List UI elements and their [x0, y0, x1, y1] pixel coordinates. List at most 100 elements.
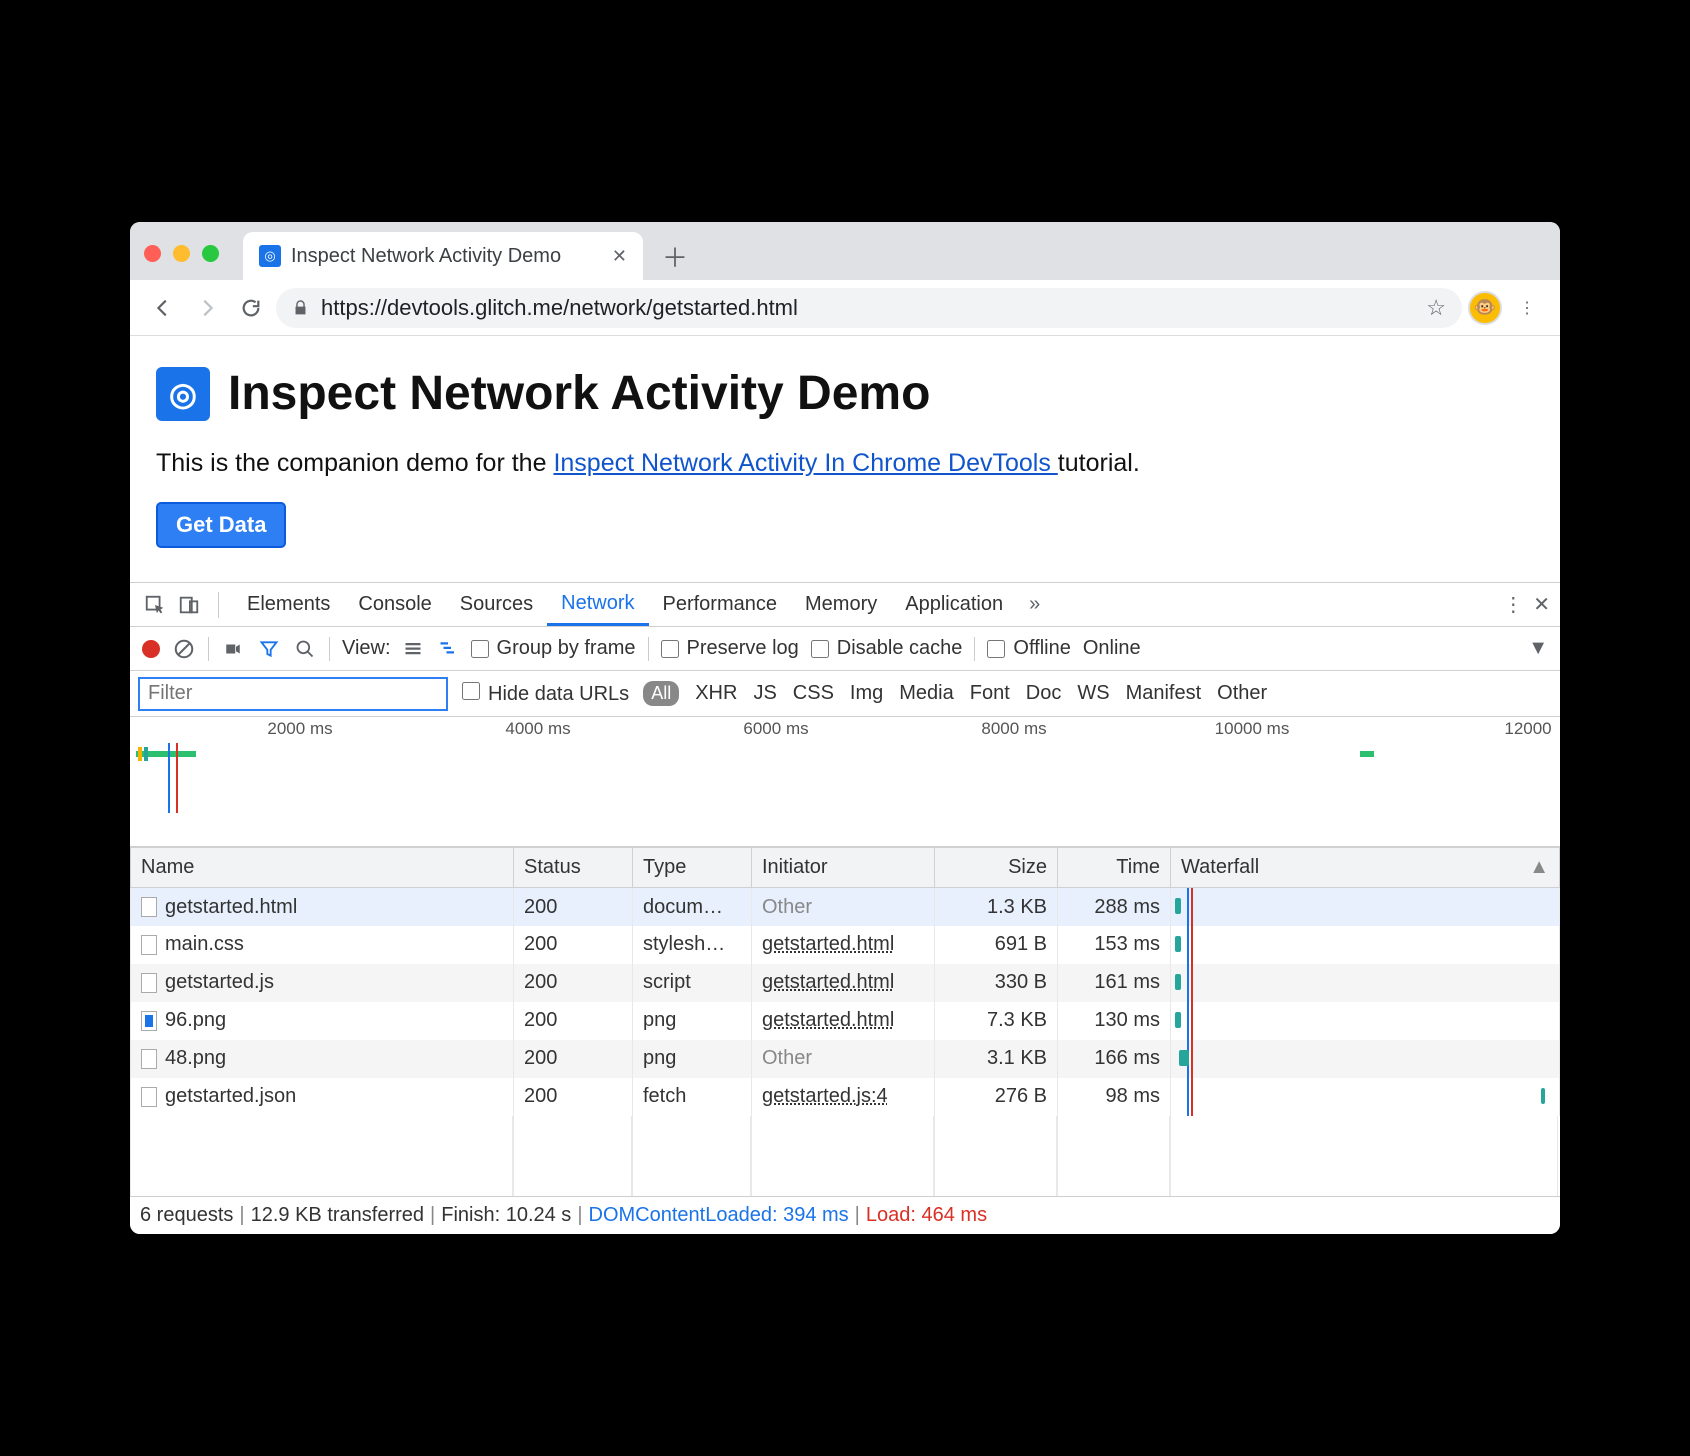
- view-label: View:: [342, 637, 391, 660]
- close-window-button[interactable]: [144, 245, 161, 262]
- tab-strip: ◎ Inspect Network Activity Demo ✕ ＋: [130, 222, 1560, 280]
- table-row[interactable]: 48.png200pngOther3.1 KB166 ms: [131, 1040, 1560, 1078]
- maximize-window-button[interactable]: [202, 245, 219, 262]
- tab-title: Inspect Network Activity Demo: [291, 245, 561, 268]
- devtools-tab-network[interactable]: Network: [547, 583, 648, 626]
- browser-tab[interactable]: ◎ Inspect Network Activity Demo ✕: [243, 232, 643, 280]
- filter-type-all[interactable]: All: [643, 681, 679, 706]
- timeline-tick: 8000 ms: [981, 719, 1046, 739]
- column-size[interactable]: Size: [935, 848, 1058, 888]
- intro-pre: This is the companion demo for the: [156, 449, 553, 477]
- intro-post: tutorial.: [1058, 449, 1140, 477]
- page-content: ◎ Inspect Network Activity Demo This is …: [130, 336, 1560, 582]
- network-table: NameStatusTypeInitiatorSizeTimeWaterfall…: [130, 847, 1560, 1116]
- devtools-tab-sources[interactable]: Sources: [446, 583, 547, 626]
- filter-type-xhr[interactable]: XHR: [695, 682, 737, 705]
- column-waterfall[interactable]: Waterfall▲: [1171, 848, 1560, 888]
- filter-type-js[interactable]: JS: [753, 682, 776, 705]
- page-heading-text: Inspect Network Activity Demo: [228, 366, 930, 421]
- devtools-close-icon[interactable]: ✕: [1533, 592, 1550, 617]
- throttling-dropdown-icon[interactable]: ▼: [1528, 637, 1548, 660]
- preserve-log-checkbox[interactable]: Preserve log: [661, 637, 799, 660]
- profile-avatar[interactable]: 🐵: [1468, 291, 1502, 325]
- overview-timeline[interactable]: 2000 ms 4000 ms 6000 ms 8000 ms 10000 ms 1200…: [130, 717, 1560, 847]
- empty-rows: [130, 1116, 1560, 1196]
- camera-icon[interactable]: [221, 640, 245, 658]
- timeline-tick: 2000 ms: [267, 719, 332, 739]
- divider: [218, 592, 219, 618]
- table-row[interactable]: getstarted.html200docum…Other1.3 KB288 m…: [131, 888, 1560, 926]
- devtools-logo-icon: ◎: [156, 367, 210, 421]
- filter-type-img[interactable]: Img: [850, 682, 883, 705]
- clear-icon[interactable]: [172, 638, 196, 660]
- timeline-tick: 10000 ms: [1215, 719, 1290, 739]
- group-by-frame-checkbox[interactable]: Group by frame: [471, 637, 636, 660]
- devtools-panel: ElementsConsoleSourcesNetworkPerformance…: [130, 582, 1560, 1234]
- bookmark-star-icon[interactable]: ☆: [1426, 295, 1446, 321]
- filter-input[interactable]: [138, 677, 448, 711]
- browser-window: ◎ Inspect Network Activity Demo ✕ ＋ http…: [130, 222, 1560, 1234]
- reload-button[interactable]: [232, 289, 270, 327]
- omnibox[interactable]: https://devtools.glitch.me/network/getst…: [276, 288, 1462, 328]
- filter-type-manifest[interactable]: Manifest: [1126, 682, 1202, 705]
- status-domcontentloaded: DOMContentLoaded: 394 ms: [589, 1204, 849, 1227]
- filter-type-ws[interactable]: WS: [1077, 682, 1109, 705]
- more-tabs-icon[interactable]: »: [1029, 593, 1040, 616]
- search-icon[interactable]: [293, 639, 317, 659]
- address-bar: https://devtools.glitch.me/network/getst…: [130, 280, 1560, 336]
- devtools-tabstrip: ElementsConsoleSourcesNetworkPerformance…: [130, 583, 1560, 627]
- devtools-tab-elements[interactable]: Elements: [233, 583, 344, 626]
- tutorial-link[interactable]: Inspect Network Activity In Chrome DevTo…: [553, 449, 1057, 477]
- back-button[interactable]: [144, 289, 182, 327]
- online-label[interactable]: Online: [1083, 637, 1141, 660]
- waterfall-view-icon[interactable]: [437, 640, 459, 658]
- filter-type-doc[interactable]: Doc: [1026, 682, 1062, 705]
- status-finish: Finish: 10.24 s: [441, 1204, 571, 1227]
- filter-type-other[interactable]: Other: [1217, 682, 1267, 705]
- devtools-tab-performance[interactable]: Performance: [649, 583, 792, 626]
- filter-type-font[interactable]: Font: [970, 682, 1010, 705]
- page-intro: This is the companion demo for the Inspe…: [156, 449, 1534, 478]
- close-tab-icon[interactable]: ✕: [612, 246, 627, 267]
- lock-icon: [292, 298, 309, 318]
- filter-type-css[interactable]: CSS: [793, 682, 834, 705]
- devtools-tab-console[interactable]: Console: [344, 583, 445, 626]
- window-controls: [144, 245, 219, 262]
- filter-icon[interactable]: [257, 639, 281, 659]
- page-heading: ◎ Inspect Network Activity Demo: [156, 366, 1534, 421]
- large-rows-icon[interactable]: [403, 640, 425, 658]
- column-type[interactable]: Type: [633, 848, 752, 888]
- status-bar: 6 requests | 12.9 KB transferred | Finis…: [130, 1196, 1560, 1234]
- table-row[interactable]: 96.png200pnggetstarted.html7.3 KB130 ms: [131, 1002, 1560, 1040]
- devtools-settings-icon[interactable]: ⋮: [1503, 592, 1523, 617]
- device-toggle-icon[interactable]: [174, 590, 204, 620]
- forward-button[interactable]: [188, 289, 226, 327]
- devtools-tab-memory[interactable]: Memory: [791, 583, 891, 626]
- browser-menu-button[interactable]: ⋮: [1508, 289, 1546, 327]
- column-initiator[interactable]: Initiator: [752, 848, 935, 888]
- minimize-window-button[interactable]: [173, 245, 190, 262]
- status-requests: 6 requests: [140, 1204, 233, 1227]
- inspect-element-icon[interactable]: [140, 590, 170, 620]
- record-button[interactable]: [142, 640, 160, 658]
- table-row[interactable]: getstarted.json200fetchgetstarted.js:427…: [131, 1078, 1560, 1116]
- new-tab-button[interactable]: ＋: [655, 236, 695, 276]
- get-data-button[interactable]: Get Data: [156, 502, 286, 548]
- column-status[interactable]: Status: [514, 848, 633, 888]
- timeline-tick: 12000: [1504, 719, 1551, 739]
- column-name[interactable]: Name: [131, 848, 514, 888]
- column-time[interactable]: Time: [1058, 848, 1171, 888]
- disable-cache-checkbox[interactable]: Disable cache: [811, 637, 963, 660]
- timeline-tick: 4000 ms: [505, 719, 570, 739]
- hide-data-urls-checkbox[interactable]: Hide data URLs: [462, 682, 629, 706]
- timeline-tick: 6000 ms: [743, 719, 808, 739]
- table-row[interactable]: getstarted.js200scriptgetstarted.html330…: [131, 964, 1560, 1002]
- table-row[interactable]: main.css200stylesh…getstarted.html691 B1…: [131, 926, 1560, 964]
- favicon-icon: ◎: [259, 245, 281, 267]
- offline-checkbox[interactable]: Offline: [987, 637, 1070, 660]
- filter-row: Hide data URLs All XHR JS CSS Img Media Font Do…: [130, 671, 1560, 717]
- url-text: https://devtools.glitch.me/network/getst…: [321, 295, 1414, 321]
- filter-type-media[interactable]: Media: [899, 682, 953, 705]
- devtools-tab-application[interactable]: Application: [891, 583, 1017, 626]
- status-transferred: 12.9 KB transferred: [251, 1204, 424, 1227]
